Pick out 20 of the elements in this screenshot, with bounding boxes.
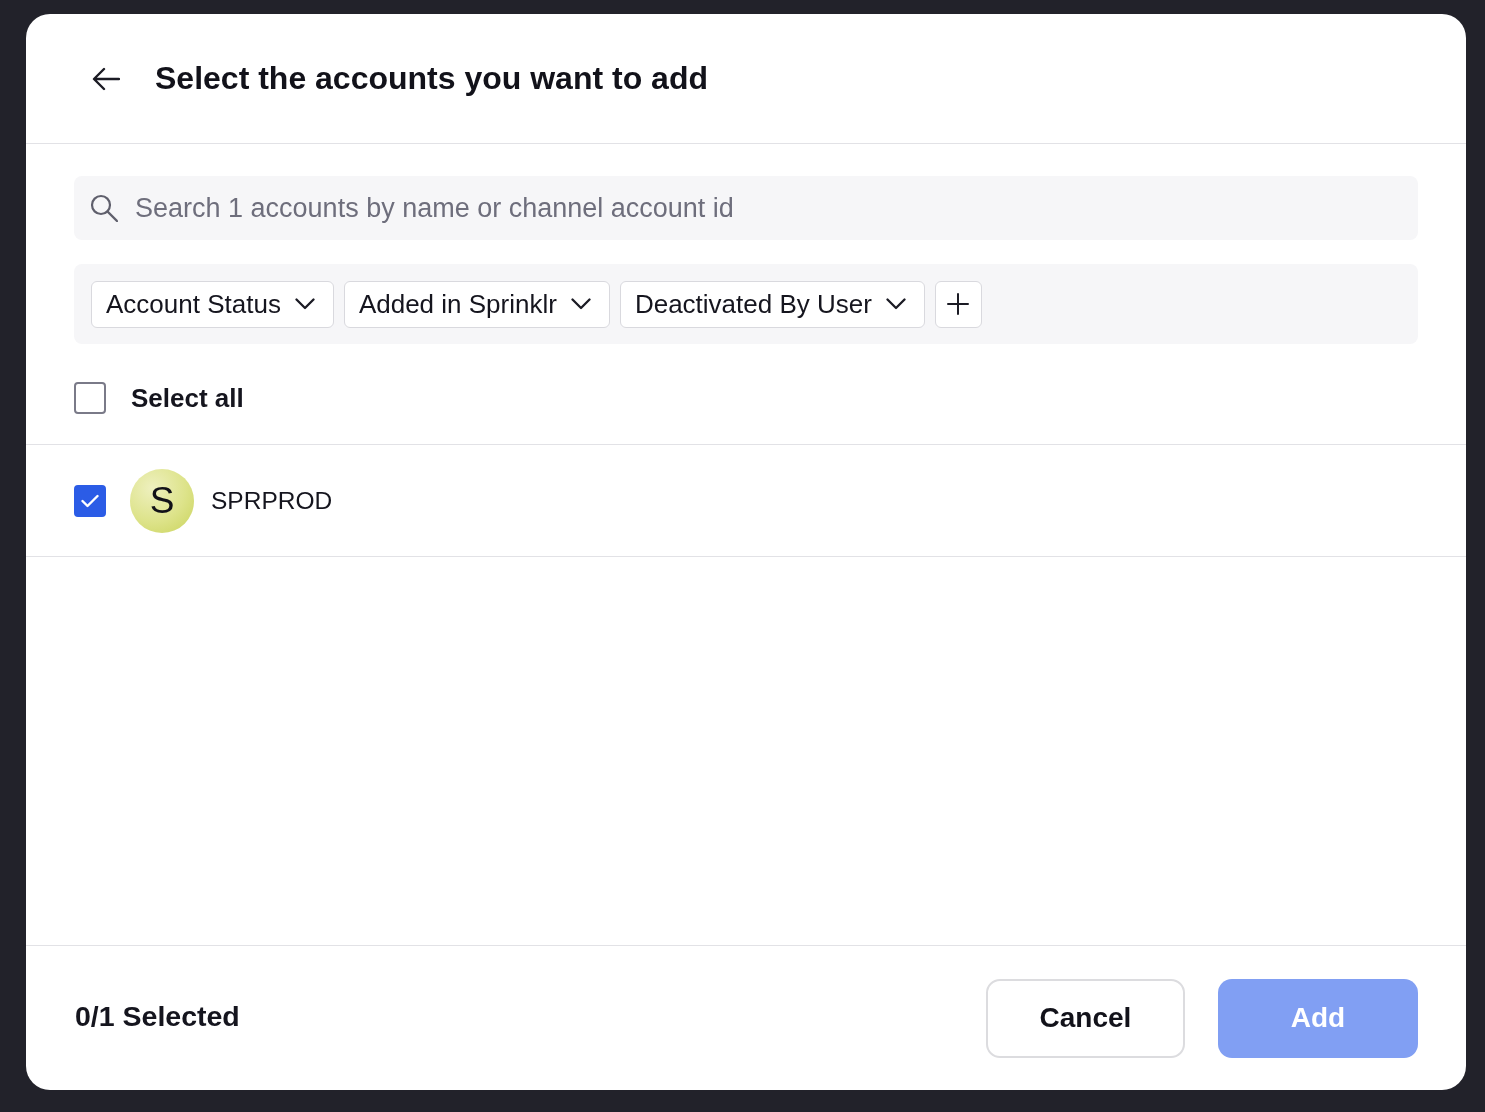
caret-icon xyxy=(885,298,906,310)
filter-dropdown[interactable]: Added in Sprinklr xyxy=(343,280,610,328)
search-icon xyxy=(90,194,118,222)
search-field[interactable]: Search 1 accounts by name or channel account id xyxy=(74,176,1418,240)
select-all-checkbox[interactable] xyxy=(74,382,106,414)
back-arrow-icon[interactable] xyxy=(92,66,120,91)
check-icon xyxy=(81,493,99,508)
selection-count: 0/1 Selected xyxy=(75,999,240,1033)
add-filter-button[interactable] xyxy=(934,280,982,328)
filter-dropdown[interactable]: Account Status xyxy=(91,280,334,328)
filter-dropdown[interactable]: Deactivated By User xyxy=(619,280,925,328)
account-name: SPRPROD xyxy=(211,486,333,515)
dialog-title: Select the accounts you want to add xyxy=(155,60,708,97)
select-all-label: Select all xyxy=(131,382,244,414)
account-avatar: S xyxy=(130,468,194,533)
account-checkbox[interactable] xyxy=(74,484,106,517)
caret-icon xyxy=(570,298,591,310)
cancel-button[interactable]: Cancel xyxy=(986,978,1185,1058)
plus-icon xyxy=(947,293,970,315)
caret-icon xyxy=(294,298,315,310)
